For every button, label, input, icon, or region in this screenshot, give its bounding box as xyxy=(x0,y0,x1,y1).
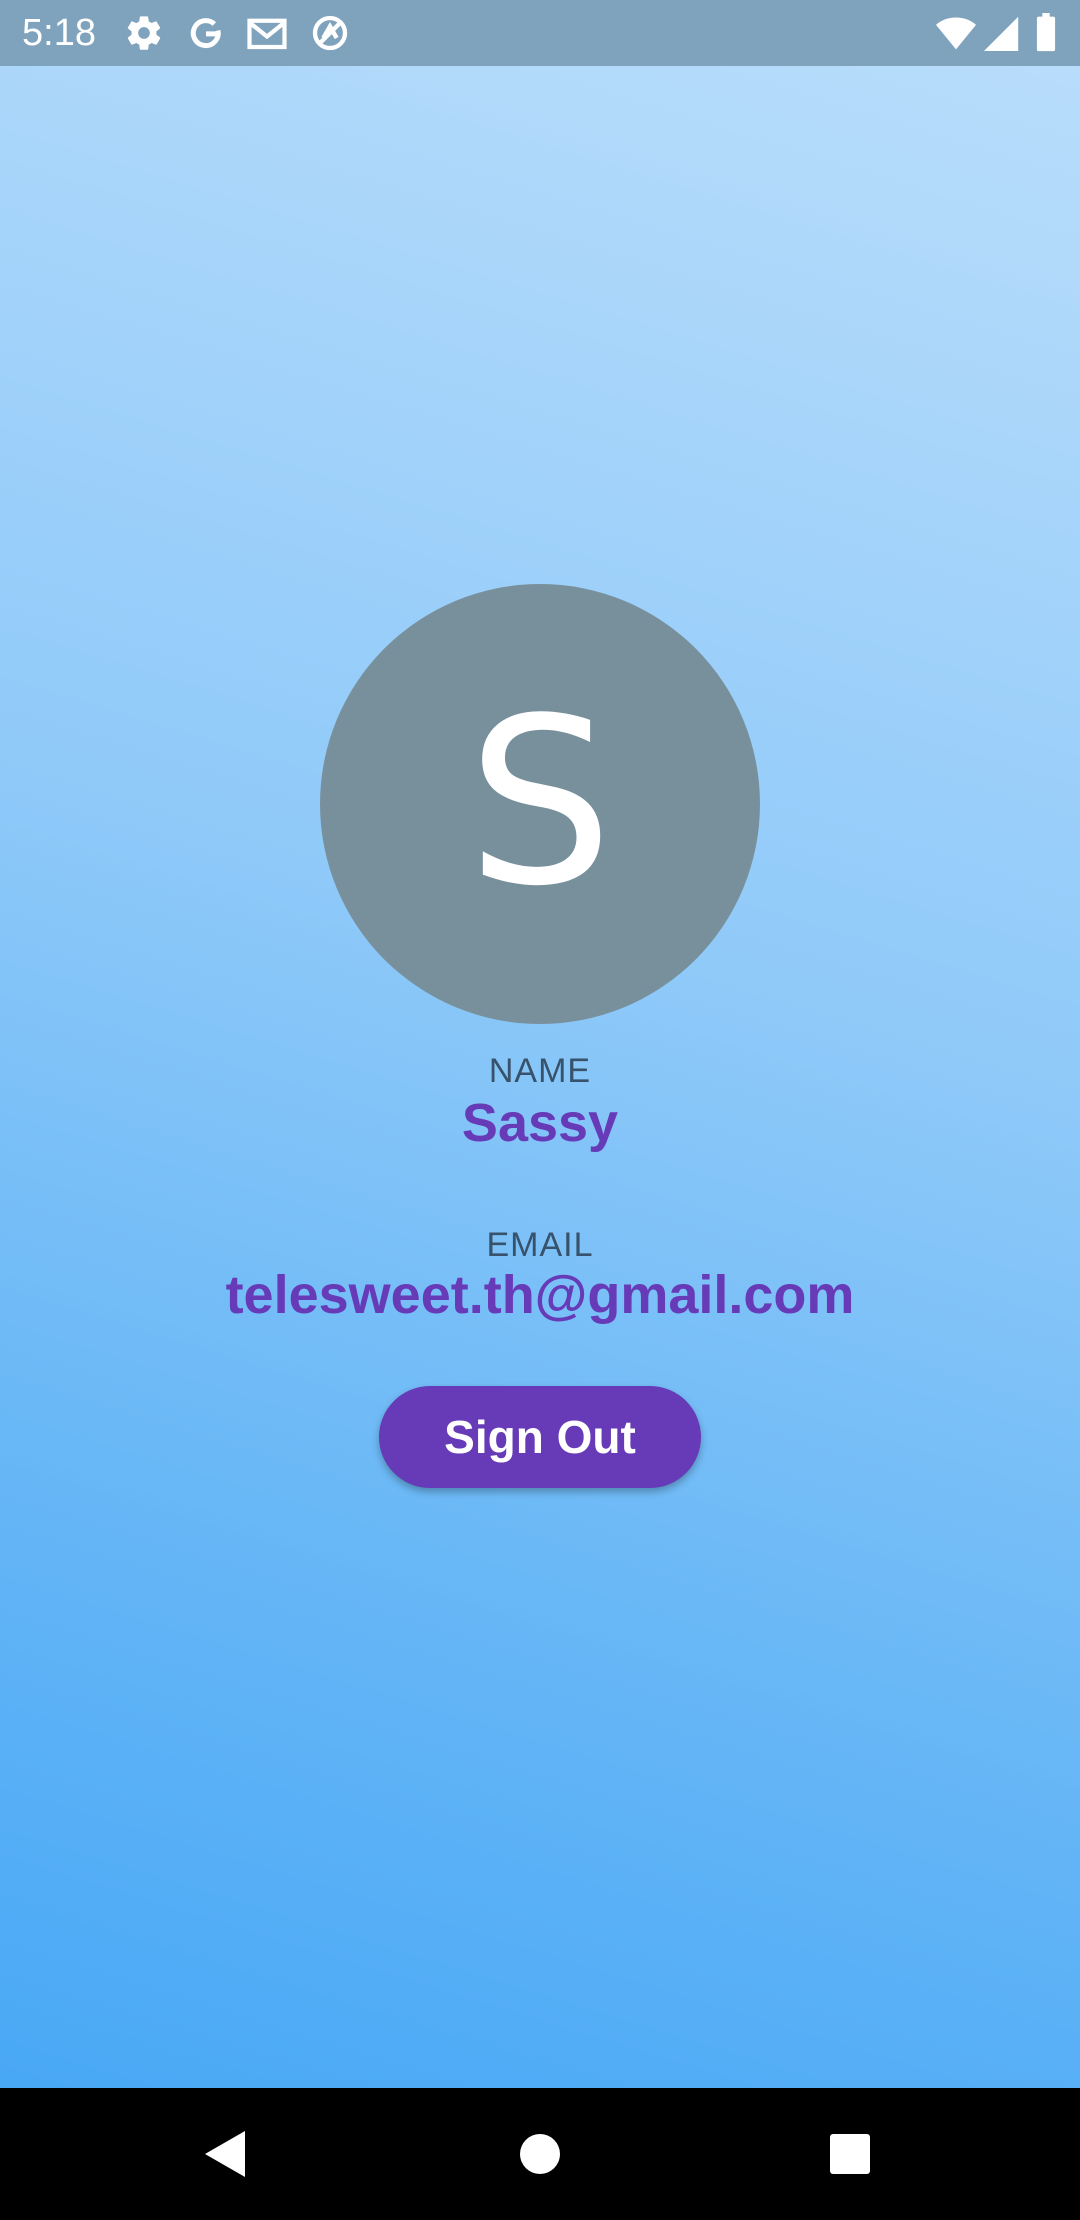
email-label: EMAIL xyxy=(486,1226,594,1264)
status-time: 5:18 xyxy=(22,12,96,54)
recents-icon[interactable] xyxy=(808,2112,892,2196)
avatar: S xyxy=(320,584,760,1024)
wifi-icon xyxy=(934,13,976,53)
email-value: telesweet.th@gmail.com xyxy=(225,1265,855,1325)
profile-screen: 5:18 S NAME Sassy EMAIL telesweet.th@gma… xyxy=(0,0,1080,2220)
google-icon xyxy=(186,13,226,53)
back-icon[interactable] xyxy=(183,2112,267,2196)
gear-icon xyxy=(124,13,164,53)
name-value: Sassy xyxy=(461,1093,619,1153)
status-bar: 5:18 xyxy=(0,0,1080,66)
sign-out-button[interactable]: Sign Out xyxy=(379,1386,701,1488)
gmail-icon xyxy=(246,13,287,53)
home-icon[interactable] xyxy=(498,2112,582,2196)
cell-signal-icon xyxy=(984,13,1024,53)
avatar-initial: S xyxy=(467,670,613,937)
sync-icon xyxy=(310,13,350,53)
navigation-bar xyxy=(0,2088,1080,2220)
name-label: NAME xyxy=(488,1052,592,1090)
battery-icon xyxy=(1034,13,1074,53)
